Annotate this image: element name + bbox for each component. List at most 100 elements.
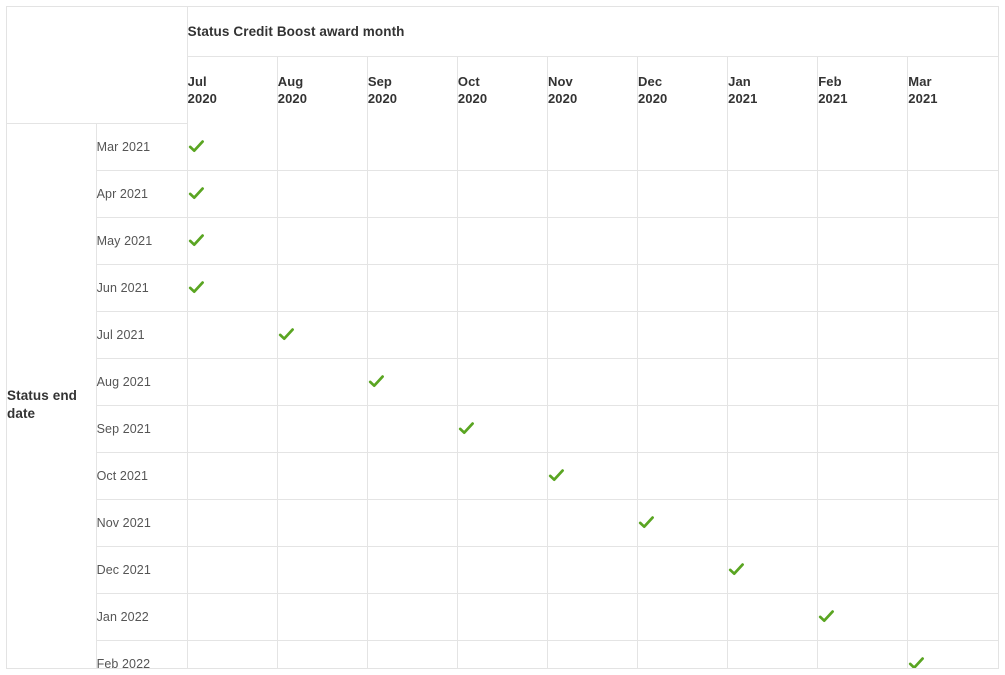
matrix-cell xyxy=(456,404,548,453)
matrix-cell xyxy=(817,169,909,218)
matrix-cell xyxy=(366,498,458,547)
column-header-year: 2021 xyxy=(908,91,938,106)
matrix-cell xyxy=(186,263,278,312)
table-row: Aug 2021 xyxy=(7,357,998,406)
row-label: May 2021 xyxy=(96,216,188,265)
matrix-cell xyxy=(546,216,639,265)
matrix-cell xyxy=(727,310,819,359)
column-header-year: 2020 xyxy=(547,91,578,106)
row-label: Nov 2021 xyxy=(96,498,188,547)
column-header-month: Dec xyxy=(638,74,663,89)
matrix-cell xyxy=(276,498,368,547)
matrix-cell xyxy=(907,310,998,359)
matrix-cell xyxy=(637,498,729,547)
matrix-cell xyxy=(817,263,909,312)
matrix-cell xyxy=(366,592,458,641)
matrix-cell xyxy=(276,451,368,500)
column-header-jan-2021: Jan 2021 xyxy=(727,56,819,123)
table-row: Sep 2021 xyxy=(7,404,998,453)
matrix-cell xyxy=(907,263,998,312)
matrix-cell xyxy=(727,545,819,594)
matrix-cell xyxy=(727,592,819,641)
matrix-cell xyxy=(907,123,998,171)
matrix-cell xyxy=(186,592,278,641)
matrix-cell xyxy=(366,216,458,265)
matrix-cell xyxy=(907,498,998,547)
status-credit-boost-matrix: Status Credit Boost award month Jul 2020 A… xyxy=(6,6,999,669)
matrix-cell xyxy=(907,451,998,500)
matrix-cell xyxy=(727,357,819,406)
matrix-cell xyxy=(546,263,639,312)
check-icon xyxy=(908,655,925,668)
matrix-cell xyxy=(727,451,819,500)
column-header-year: 2021 xyxy=(728,91,758,106)
matrix-cell xyxy=(186,498,278,547)
check-icon xyxy=(188,232,205,249)
matrix-cell xyxy=(276,545,368,594)
check-icon xyxy=(188,279,205,296)
column-header-year: 2020 xyxy=(457,91,488,106)
matrix-cell xyxy=(817,451,909,500)
column-header-aug-2020: Aug 2020 xyxy=(276,56,368,123)
matrix-cell xyxy=(456,357,548,406)
matrix-cell xyxy=(637,216,729,265)
matrix-cell xyxy=(817,639,909,668)
matrix-cell xyxy=(456,310,548,359)
matrix-cell xyxy=(366,169,458,218)
column-header-dec-2020: Dec 2020 xyxy=(637,56,729,123)
table-row: Jan 2022 xyxy=(7,592,998,641)
matrix-cell xyxy=(366,404,458,453)
matrix-cell xyxy=(456,216,548,265)
column-header-month: Nov xyxy=(547,74,573,89)
column-header-year: 2020 xyxy=(638,91,668,106)
column-header-month: Oct xyxy=(457,74,480,89)
table-row: Jul 2021 xyxy=(7,310,998,359)
matrix-cell xyxy=(186,357,278,406)
table-row: Nov 2021 xyxy=(7,498,998,547)
matrix-cell xyxy=(456,639,548,668)
matrix-cell xyxy=(186,639,278,668)
matrix-cell xyxy=(546,592,639,641)
matrix-cell xyxy=(276,357,368,406)
matrix-cell xyxy=(186,404,278,453)
matrix-cell xyxy=(907,169,998,218)
column-header-year: 2020 xyxy=(277,91,308,106)
matrix-cell xyxy=(456,498,548,547)
matrix-cell xyxy=(276,216,368,265)
matrix-cell xyxy=(366,357,458,406)
matrix-cell xyxy=(907,216,998,265)
matrix-cell xyxy=(456,451,548,500)
row-label: Jan 2022 xyxy=(96,592,188,641)
column-header-month: Jul xyxy=(187,74,207,89)
matrix-cell xyxy=(276,263,368,312)
matrix-cell xyxy=(186,216,278,265)
matrix-cell xyxy=(186,545,278,594)
matrix-cell xyxy=(456,263,548,312)
column-header-year: 2020 xyxy=(367,91,398,106)
matrix-cell xyxy=(186,169,278,218)
matrix-cell xyxy=(817,357,909,406)
matrix-cell xyxy=(817,404,909,453)
check-icon xyxy=(188,138,205,155)
matrix-cell xyxy=(727,639,819,668)
column-group-header: Status Credit Boost award month xyxy=(186,7,998,57)
matrix-cell xyxy=(186,310,278,359)
matrix-cell xyxy=(817,216,909,265)
matrix-cell xyxy=(366,310,458,359)
matrix-cell xyxy=(276,123,368,171)
matrix-cell xyxy=(637,123,729,171)
matrix-cell xyxy=(727,404,819,453)
matrix-cell xyxy=(546,545,639,594)
matrix-cell xyxy=(366,123,458,171)
table-row: Status end date Mar 2021 xyxy=(7,123,998,668)
matrix-cell xyxy=(637,357,729,406)
matrix-cell xyxy=(546,310,639,359)
column-header-year: 2021 xyxy=(818,91,848,106)
matrix-cell xyxy=(907,545,998,594)
matrix-cell xyxy=(637,310,729,359)
matrix-cell xyxy=(637,263,729,312)
check-icon xyxy=(818,608,835,625)
table-row: Oct 2021 xyxy=(7,451,998,500)
matrix-cell xyxy=(727,216,819,265)
matrix-table: Status Credit Boost award month Jul 2020 A… xyxy=(7,7,998,668)
